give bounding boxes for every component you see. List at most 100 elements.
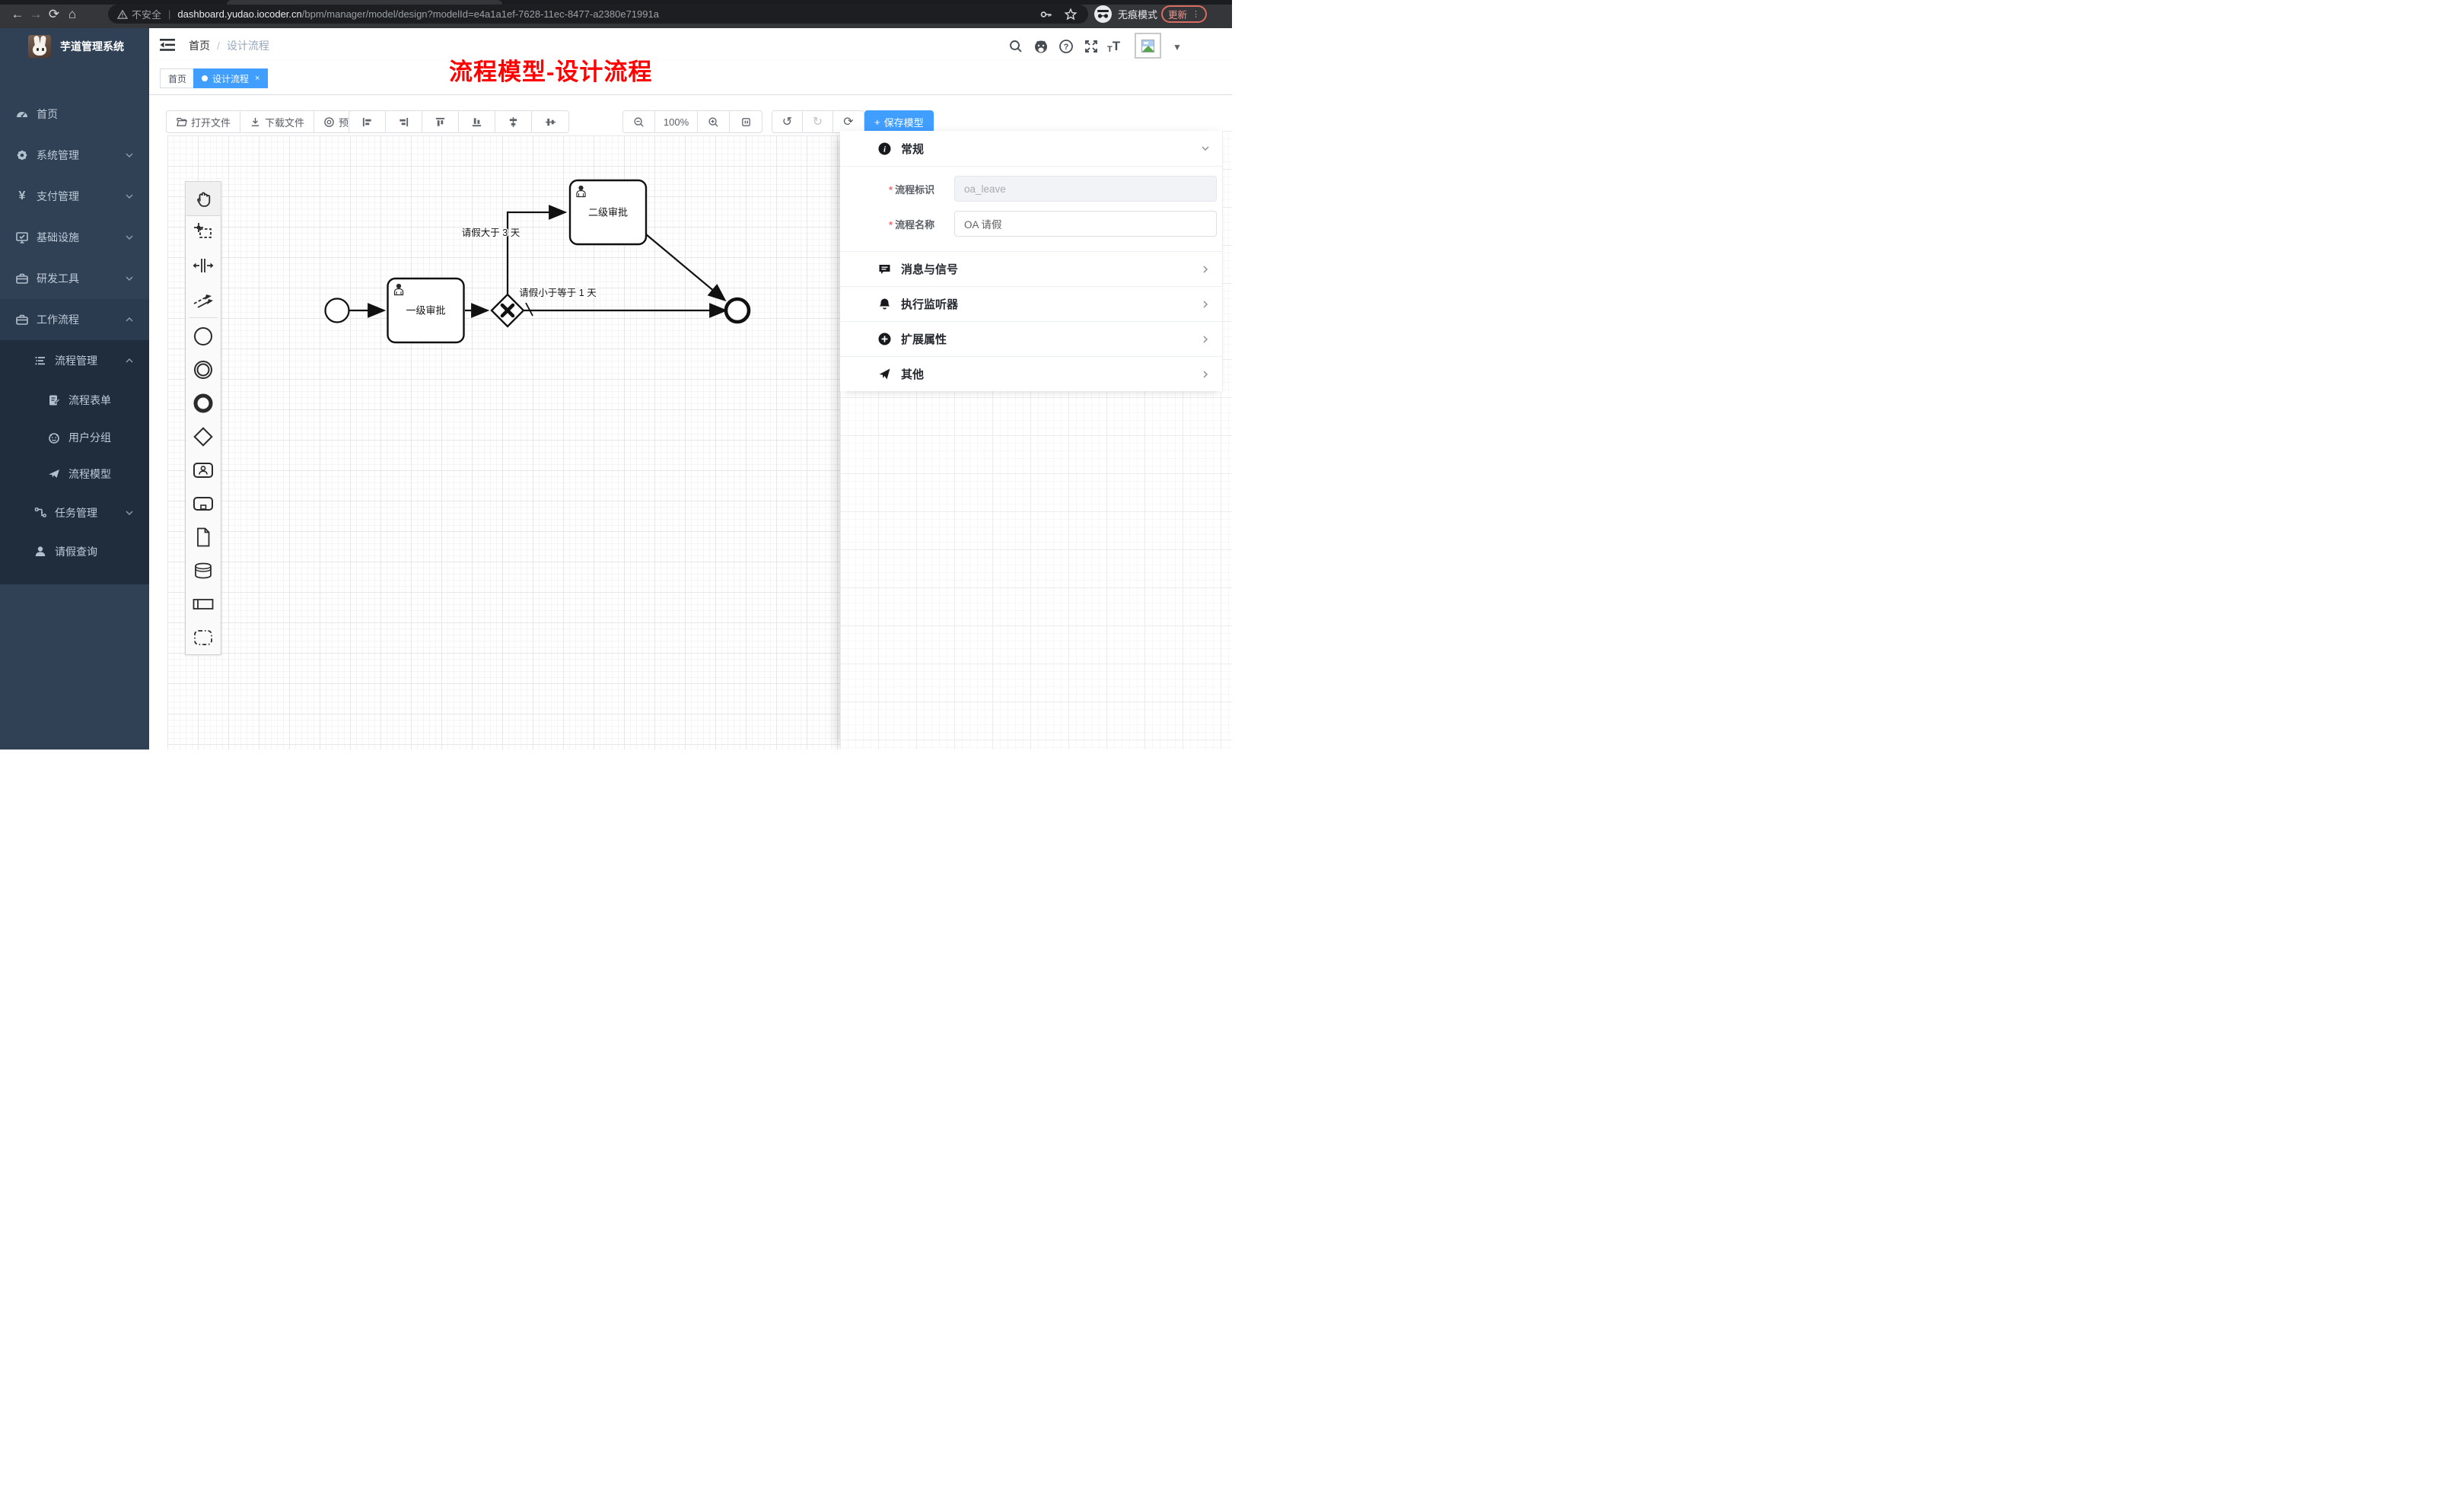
- dashboard-icon: [15, 107, 29, 121]
- chevron-down-icon: [125, 274, 134, 283]
- tab-home[interactable]: 首页: [160, 68, 195, 88]
- chevron-down-icon: [1200, 143, 1211, 154]
- plus-icon: +: [874, 116, 880, 128]
- sidebar-item-process-model[interactable]: 流程模型: [0, 455, 149, 493]
- align-vertical-center-button[interactable]: [495, 111, 532, 132]
- chevron-up-icon: [125, 356, 134, 365]
- app-logo-image: [28, 35, 51, 58]
- github-icon[interactable]: [1033, 39, 1049, 54]
- fullscreen-icon[interactable]: [1084, 39, 1099, 54]
- face-icon: [47, 431, 61, 444]
- page-tabs: 首页 设计流程 ×: [149, 61, 1232, 95]
- sidebar-item-infrastructure[interactable]: 基础设施: [0, 217, 149, 258]
- section-general[interactable]: i 常规: [840, 131, 1223, 166]
- security-warning-icon: [117, 10, 128, 19]
- paper-plane-icon: [47, 467, 61, 481]
- breadcrumb-home[interactable]: 首页: [189, 38, 210, 53]
- incognito-indicator: 无痕模式: [1094, 5, 1157, 24]
- create-end-event[interactable]: [186, 387, 221, 420]
- browser-reload-icon[interactable]: ⟳: [46, 6, 62, 23]
- sidebar-logo[interactable]: 芋道管理系统: [0, 28, 149, 65]
- create-data-object[interactable]: [186, 520, 221, 554]
- process-key-field: *流程标识: [840, 176, 1223, 202]
- incognito-icon: [1094, 5, 1112, 23]
- create-subprocess[interactable]: [186, 487, 221, 520]
- browser-home-icon[interactable]: ⌂: [64, 6, 81, 23]
- restart-icon[interactable]: ⟳: [833, 111, 864, 132]
- zoom-button-group: 100%: [622, 110, 762, 133]
- create-participant[interactable]: [186, 587, 221, 621]
- sidebar-item-system[interactable]: 系统管理: [0, 135, 149, 176]
- zoom-in-button[interactable]: [698, 111, 730, 132]
- help-icon[interactable]: ?: [1059, 39, 1074, 54]
- flow-branch-icon: [33, 506, 47, 520]
- process-key-input[interactable]: [954, 176, 1217, 202]
- avatar[interactable]: [1135, 33, 1161, 59]
- browser-back-icon[interactable]: ←: [9, 6, 26, 23]
- bookmark-star-icon[interactable]: [1064, 8, 1078, 21]
- chevron-down-icon[interactable]: ▼: [1173, 42, 1182, 53]
- svg-text:?: ?: [1064, 43, 1069, 52]
- download-file-button[interactable]: 下载文件: [240, 111, 314, 132]
- browser-forward-icon[interactable]: →: [27, 6, 44, 23]
- properties-panel: i 常规 *流程标识 *流程名称: [840, 131, 1223, 391]
- send-plane-icon: [878, 368, 891, 380]
- save-model-button[interactable]: + 保存模型: [864, 110, 934, 133]
- create-data-store[interactable]: [186, 554, 221, 587]
- open-file-button[interactable]: 打开文件: [167, 111, 240, 132]
- font-size-icon[interactable]: TT: [1107, 39, 1130, 54]
- sidebar-item-process-management[interactable]: 流程管理: [0, 342, 149, 380]
- monitor-check-icon: [15, 231, 29, 244]
- chevron-down-icon: [125, 233, 134, 242]
- sidebar-item-payment[interactable]: ¥ 支付管理: [0, 176, 149, 217]
- align-left-button[interactable]: [349, 111, 386, 132]
- section-execution-listener[interactable]: 执行监听器: [840, 286, 1223, 321]
- hand-tool[interactable]: [186, 182, 221, 215]
- sidebar-item-workflow[interactable]: 工作流程: [0, 299, 149, 340]
- sidebar-collapse-icon[interactable]: [160, 39, 175, 51]
- zoom-out-button[interactable]: [623, 111, 655, 132]
- chevron-right-icon: [1200, 299, 1211, 310]
- align-horizontal-center-button[interactable]: [532, 111, 568, 132]
- create-intermediate-event[interactable]: [186, 353, 221, 387]
- folder-open-icon: [176, 116, 187, 128]
- sidebar-item-leave-query[interactable]: 请假查询: [0, 533, 149, 571]
- process-name-input[interactable]: [954, 211, 1217, 237]
- sidebar-item-devtools[interactable]: 研发工具: [0, 258, 149, 299]
- password-key-icon[interactable]: [1039, 8, 1053, 21]
- download-icon: [250, 116, 261, 128]
- sidebar-item-user-group[interactable]: 用户分组: [0, 419, 149, 457]
- close-icon[interactable]: ×: [255, 74, 259, 83]
- lasso-tool[interactable]: [186, 215, 221, 249]
- broken-image-icon: [1141, 40, 1154, 53]
- search-icon[interactable]: [1008, 39, 1023, 54]
- browser-update-button[interactable]: 更新 ⋮: [1161, 5, 1207, 23]
- create-user-task[interactable]: [186, 454, 221, 487]
- section-extended-properties[interactable]: 扩展属性: [840, 321, 1223, 356]
- address-bar[interactable]: 不安全 | dashboard.yudao.iocoder.cn /bpm/ma…: [108, 5, 1088, 24]
- create-group[interactable]: [186, 621, 221, 654]
- browser-menu-icon[interactable]: ⋮: [1192, 9, 1200, 19]
- tab-design-process[interactable]: 设计流程 ×: [193, 68, 268, 88]
- general-fields: *流程标识 *流程名称: [840, 166, 1223, 251]
- section-other[interactable]: 其他: [840, 356, 1223, 391]
- align-top-button[interactable]: [422, 111, 459, 132]
- align-right-button[interactable]: [386, 111, 422, 132]
- sidebar-item-task-management[interactable]: 任务管理: [0, 494, 149, 532]
- align-bottom-button[interactable]: [459, 111, 495, 132]
- align-button-group: [349, 110, 569, 133]
- zoom-reset-button[interactable]: [730, 111, 762, 132]
- incognito-label: 无痕模式: [1118, 7, 1157, 21]
- global-connect-tool[interactable]: [186, 282, 221, 316]
- bpmn-palette: [185, 181, 221, 655]
- sidebar-item-home[interactable]: 首页: [0, 94, 149, 135]
- create-gateway[interactable]: [186, 420, 221, 454]
- redo-icon[interactable]: ↻: [803, 111, 833, 132]
- sidebar-item-process-form[interactable]: 流程表单: [0, 381, 149, 419]
- section-message-signal[interactable]: 消息与信号: [840, 251, 1223, 286]
- undo-icon[interactable]: ↺: [772, 111, 803, 132]
- space-tool[interactable]: [186, 249, 221, 282]
- create-start-event[interactable]: [186, 320, 221, 353]
- app-title: 芋道管理系统: [60, 39, 124, 54]
- briefcase-icon: [15, 272, 29, 285]
